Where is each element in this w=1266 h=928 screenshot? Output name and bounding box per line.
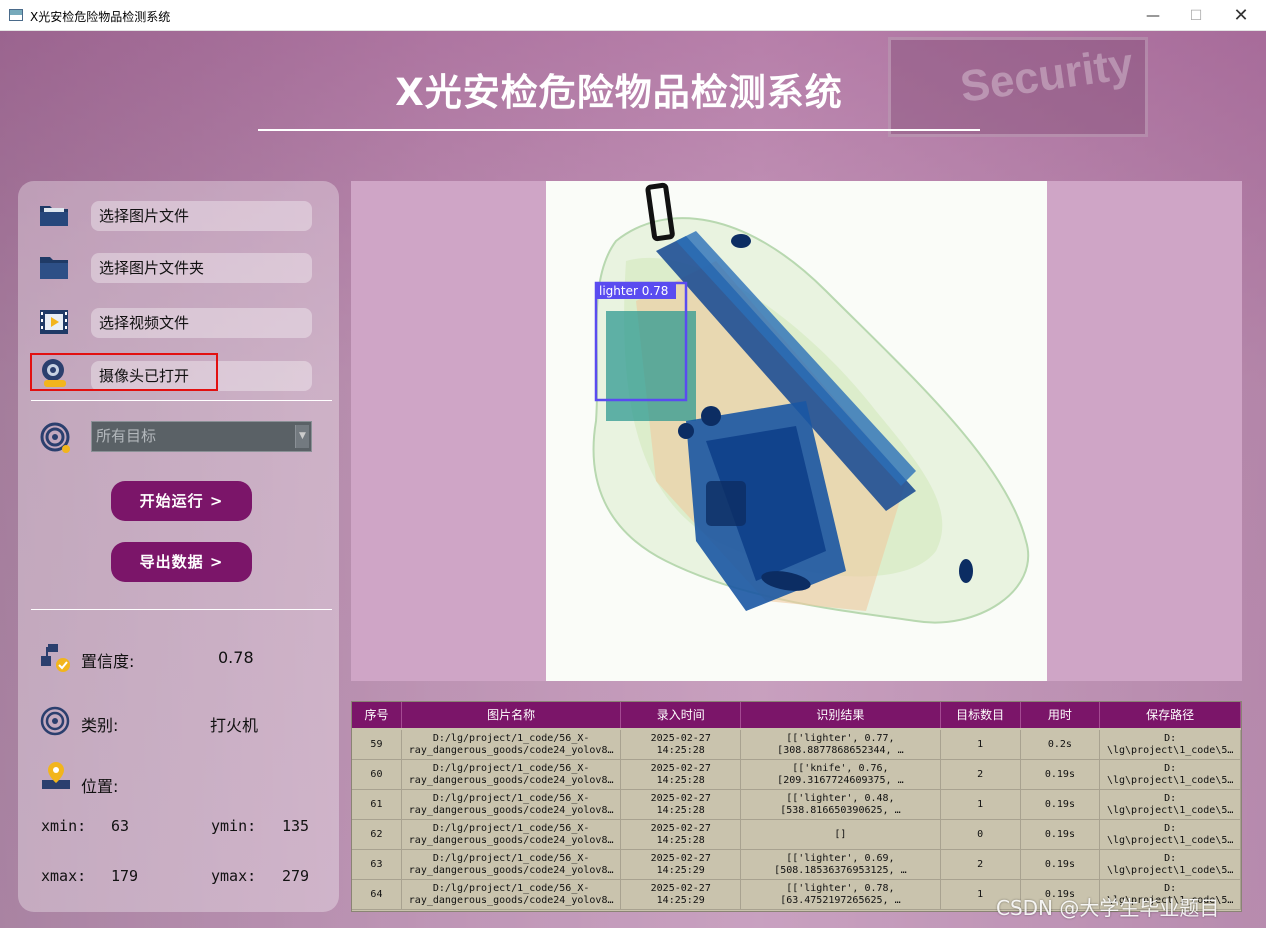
table-cell: 2025-02-27 14:25:29 bbox=[621, 850, 742, 880]
table-cell: [['lighter', 0.77, [308.8877868652344, … bbox=[741, 730, 941, 760]
select-video-file-button[interactable]: 选择视频文件 bbox=[91, 308, 312, 338]
table-row[interactable]: 63 D:/lg/project/1_code/56_X- ray_dangero… bbox=[352, 850, 1241, 880]
table-cell: D: \lg\project\1_code\5… bbox=[1100, 790, 1241, 820]
table-cell: [['lighter', 0.48, [538.816650390625, … bbox=[741, 790, 941, 820]
class-label: 类别: bbox=[81, 716, 119, 735]
highlight-box bbox=[30, 353, 218, 391]
table-row[interactable]: 62 D:/lg/project/1_code/56_X- ray_dangero… bbox=[352, 820, 1241, 850]
table-cell: [['knife', 0.76, [209.3167724609375, … bbox=[741, 760, 941, 790]
table-cell: D:/lg/project/1_code/56_X- ray_dangerous… bbox=[402, 760, 622, 790]
page-title: X光安检危险物品检测系统 bbox=[395, 71, 843, 114]
title-underline bbox=[258, 129, 980, 131]
confidence-label: 置信度: bbox=[81, 652, 135, 671]
start-button[interactable]: 开始运行 > bbox=[111, 481, 252, 521]
table-cell: D: \lg\project\1_code\5… bbox=[1100, 730, 1241, 760]
class-value: 打火机 bbox=[210, 716, 259, 735]
position-label: 位置: bbox=[81, 777, 119, 796]
watermark: CSDN @大学生毕业题目 bbox=[996, 896, 1220, 920]
class-icon bbox=[40, 706, 72, 736]
target-select-value: 所有目标 bbox=[96, 427, 157, 445]
table-row[interactable]: 61 D:/lg/project/1_code/56_X- ray_dangero… bbox=[352, 790, 1241, 820]
table-cell: 2025-02-27 14:25:28 bbox=[621, 760, 742, 790]
column-header[interactable]: 录入时间 bbox=[621, 702, 742, 728]
table-cell: 0.19s bbox=[1021, 790, 1101, 820]
table-cell: 63 bbox=[352, 850, 402, 880]
column-header[interactable]: 用时 bbox=[1021, 702, 1101, 728]
table-cell: 2025-02-27 14:25:29 bbox=[621, 880, 742, 910]
results-table[interactable]: 序号 图片名称 录入时间 识别结果 目标数目 用时 保存路径 59 D:/lg/p… bbox=[351, 701, 1242, 912]
column-header[interactable]: 识别结果 bbox=[741, 702, 941, 728]
table-cell: [['lighter', 0.78, [63.4752197265625, … bbox=[741, 880, 941, 910]
table-cell: 62 bbox=[352, 820, 402, 850]
xmax-label: xmax: bbox=[41, 867, 87, 885]
confidence-icon bbox=[40, 642, 72, 672]
table-cell: 2025-02-27 14:25:28 bbox=[621, 730, 742, 760]
xmin-value: 63 bbox=[111, 817, 130, 835]
folder-icon bbox=[38, 252, 70, 282]
location-pin-icon bbox=[40, 760, 72, 790]
table-cell: [['lighter', 0.69, [508.18536376953125, … bbox=[741, 850, 941, 880]
table-cell: D: \lg\project\1_code\5… bbox=[1100, 760, 1241, 790]
column-header[interactable]: 保存路径 bbox=[1100, 702, 1241, 728]
image-folder-icon bbox=[38, 200, 70, 230]
table-cell: 0.19s bbox=[1021, 760, 1101, 790]
table-cell: 2 bbox=[941, 850, 1021, 880]
column-header[interactable]: 目标数目 bbox=[941, 702, 1021, 728]
xmax-value: 179 bbox=[111, 867, 139, 885]
table-cell: D:/lg/project/1_code/56_X- ray_dangerous… bbox=[402, 790, 622, 820]
table-cell: 60 bbox=[352, 760, 402, 790]
xray-image: lighter 0.78 bbox=[546, 181, 1047, 681]
table-cell: 0.2s bbox=[1021, 730, 1101, 760]
table-row[interactable]: 59 D:/lg/project/1_code/56_X- ray_dangero… bbox=[352, 730, 1241, 760]
sidebar-divider bbox=[31, 400, 332, 401]
table-cell: D: \lg\project\1_code\5… bbox=[1100, 820, 1241, 850]
table-cell: 0.19s bbox=[1021, 850, 1101, 880]
maximize-button[interactable]: ☐ bbox=[1173, 0, 1219, 31]
window-titlebar: X光安检危险物品检测系统 — ☐ ✕ bbox=[0, 0, 1266, 31]
confidence-value: 0.78 bbox=[218, 648, 254, 667]
table-cell: D:/lg/project/1_code/56_X- ray_dangerous… bbox=[402, 880, 622, 910]
image-display-area: lighter 0.78 bbox=[351, 181, 1242, 681]
app-icon bbox=[9, 9, 23, 21]
table-cell: 0 bbox=[941, 820, 1021, 850]
window-title: X光安检危险物品检测系统 bbox=[30, 10, 171, 24]
select-image-file-button[interactable]: 选择图片文件 bbox=[91, 201, 312, 231]
table-cell: D:/lg/project/1_code/56_X- ray_dangerous… bbox=[402, 730, 622, 760]
table-cell: 1 bbox=[941, 730, 1021, 760]
ymax-value: 279 bbox=[282, 867, 310, 885]
table-cell: D:/lg/project/1_code/56_X- ray_dangerous… bbox=[402, 820, 622, 850]
target-icon bbox=[40, 422, 72, 453]
ymax-label: ymax: bbox=[211, 867, 257, 885]
close-button[interactable]: ✕ bbox=[1218, 0, 1264, 31]
table-cell: 2 bbox=[941, 760, 1021, 790]
ymin-label: ymin: bbox=[211, 817, 257, 835]
table-header: 序号 图片名称 录入时间 识别结果 目标数目 用时 保存路径 bbox=[352, 702, 1241, 728]
target-select[interactable]: 所有目标 ▼ bbox=[91, 421, 312, 452]
table-cell: 61 bbox=[352, 790, 402, 820]
table-cell: 2025-02-27 14:25:28 bbox=[621, 790, 742, 820]
sidebar-divider-2 bbox=[31, 609, 332, 610]
table-cell: [] bbox=[741, 820, 941, 850]
minimize-button[interactable]: — bbox=[1130, 0, 1176, 31]
video-file-icon bbox=[38, 307, 70, 337]
table-cell: D: \lg\project\1_code\5… bbox=[1100, 850, 1241, 880]
ymin-value: 135 bbox=[282, 817, 310, 835]
select-image-folder-button[interactable]: 选择图片文件夹 bbox=[91, 253, 312, 283]
table-row[interactable]: 60 D:/lg/project/1_code/56_X- ray_dangero… bbox=[352, 760, 1241, 790]
table-cell: 64 bbox=[352, 880, 402, 910]
xmin-label: xmin: bbox=[41, 817, 87, 835]
table-cell: 1 bbox=[941, 790, 1021, 820]
export-button[interactable]: 导出数据 > bbox=[111, 542, 252, 582]
table-cell: 2025-02-27 14:25:28 bbox=[621, 820, 742, 850]
table-cell: 59 bbox=[352, 730, 402, 760]
table-cell: D:/lg/project/1_code/56_X- ray_dangerous… bbox=[402, 850, 622, 880]
column-header[interactable]: 图片名称 bbox=[402, 702, 622, 728]
detection-label: lighter 0.78 bbox=[599, 284, 668, 298]
chevron-down-icon[interactable]: ▼ bbox=[295, 425, 309, 448]
table-cell: 0.19s bbox=[1021, 820, 1101, 850]
column-header[interactable]: 序号 bbox=[352, 702, 402, 728]
